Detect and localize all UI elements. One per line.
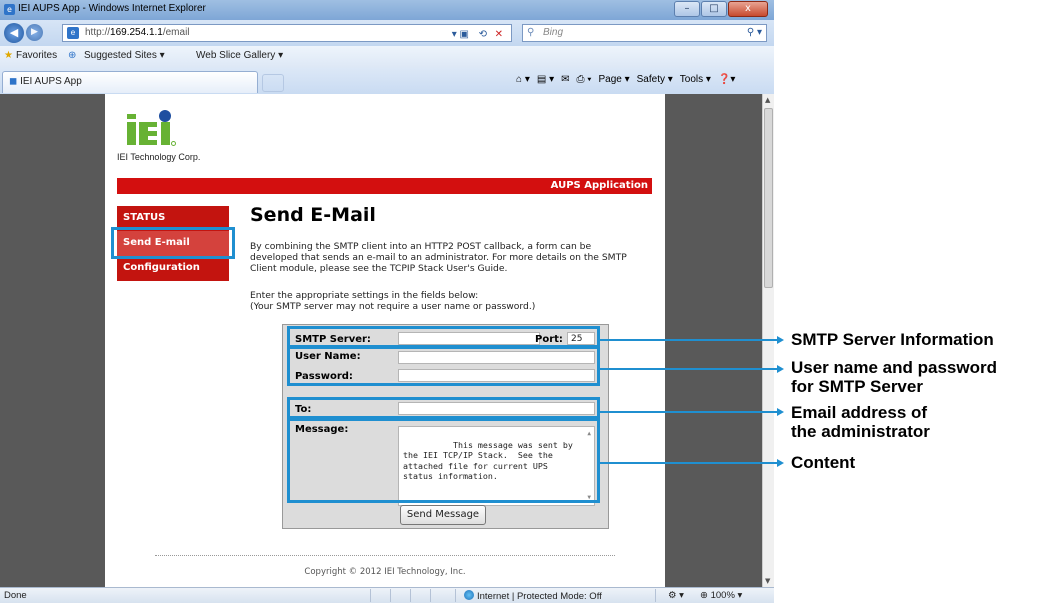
credentials-highlight bbox=[287, 346, 600, 386]
footer-divider bbox=[155, 555, 615, 556]
ie-icon: e bbox=[4, 4, 15, 15]
search-icon[interactable]: ⚲ ▾ bbox=[747, 25, 762, 41]
search-provider-icon: ⚲ bbox=[527, 27, 535, 38]
address-prefix: http:// bbox=[85, 27, 111, 38]
company-name: IEI Technology Corp. bbox=[117, 152, 201, 162]
tools-menu[interactable]: Tools ▾ bbox=[680, 74, 711, 85]
close-button[interactable]: x bbox=[728, 1, 768, 17]
favorites-bar: ★ Favorites ⊕ Suggested Sites ▾ Web Slic… bbox=[0, 46, 774, 68]
instructions-paragraph: Enter the appropriate settings in the fi… bbox=[250, 290, 536, 312]
callout-line-smtp bbox=[597, 339, 777, 341]
favorites-button[interactable]: Favorites bbox=[16, 50, 57, 61]
maximize-button[interactable]: □ bbox=[701, 1, 727, 17]
search-input[interactable]: ⚲ Bing ⚲ ▾ bbox=[522, 24, 767, 42]
callout-line-content bbox=[597, 462, 777, 464]
zoom-level[interactable]: ⊕ 100% ▾ bbox=[700, 590, 742, 601]
to-highlight bbox=[287, 397, 600, 419]
callout-email: Email address of the administrator bbox=[791, 403, 930, 441]
tab-title: IEI AUPS App bbox=[20, 76, 82, 87]
add-favorite-icon[interactable]: ⊕ bbox=[68, 50, 76, 61]
callout-line-email bbox=[597, 411, 777, 413]
send-message-button[interactable]: Send Message bbox=[400, 505, 486, 525]
web-slice-gallery-link[interactable]: Web Slice Gallery ▾ bbox=[196, 50, 283, 61]
safety-menu[interactable]: Safety ▾ bbox=[637, 74, 673, 85]
favorites-star-icon: ★ bbox=[4, 50, 13, 61]
command-bar: ⌂ ▾ ▤ ▾ ✉ ⎙ ▾ Page ▾ Safety ▾ Tools ▾ ❓▾ bbox=[516, 74, 735, 85]
security-zone[interactable]: Internet | Protected Mode: Off bbox=[464, 590, 602, 602]
status-text: Done bbox=[4, 590, 27, 601]
window-title: IEI AUPS App - Windows Internet Explorer bbox=[18, 3, 206, 14]
print-icon[interactable]: ⎙ ▾ bbox=[576, 74, 591, 85]
nav-configuration[interactable]: Configuration bbox=[117, 256, 229, 281]
tab-bar: ◼ IEI AUPS App ⌂ ▾ ▤ ▾ ✉ ⎙ ▾ Page ▾ Safe… bbox=[0, 68, 774, 94]
zoom-value: 100% bbox=[710, 590, 735, 601]
suggested-sites-link[interactable]: Suggested Sites ▾ bbox=[84, 50, 165, 61]
tab-ieiaups[interactable]: ◼ IEI AUPS App bbox=[2, 71, 258, 93]
copyright: Copyright © 2012 IEI Technology, Inc. bbox=[304, 567, 466, 577]
mail-icon[interactable]: ✉ bbox=[561, 74, 569, 85]
minimize-button[interactable]: – bbox=[674, 1, 700, 17]
callout-content: Content bbox=[791, 453, 856, 472]
refresh-icon[interactable]: ⟲ bbox=[479, 27, 487, 43]
email-form: SMTP Server: Port: 25 User Name: Passwor… bbox=[282, 324, 609, 529]
message-highlight bbox=[287, 418, 600, 503]
send-email-highlight bbox=[111, 227, 235, 259]
address-bar[interactable]: e http://169.254.1.1/email ▾ ▣ ⟲ ✕ bbox=[62, 24, 512, 42]
back-button[interactable]: ◀ bbox=[4, 23, 24, 43]
scroll-down-icon[interactable]: ▼ bbox=[765, 577, 770, 585]
popup-blocker-icon[interactable]: ⚙ ▾ bbox=[668, 590, 684, 601]
compat-view-icon[interactable]: ▾ ▣ bbox=[452, 27, 469, 43]
home-icon[interactable]: ⌂ ▾ bbox=[516, 74, 530, 85]
callout-arrow-content bbox=[777, 459, 784, 467]
callout-arrow-email bbox=[777, 408, 784, 416]
search-placeholder: Bing bbox=[543, 27, 564, 38]
banner-bar: AUPS Application bbox=[117, 178, 652, 194]
page-title: Send E-Mail bbox=[250, 204, 376, 226]
intro-paragraph: By combining the SMTP client into an HTT… bbox=[250, 241, 627, 274]
browser-window: e IEI AUPS App - Windows Internet Explor… bbox=[0, 0, 774, 603]
scroll-up-icon[interactable]: ▲ bbox=[765, 96, 770, 104]
smtp-server-highlight bbox=[287, 326, 600, 348]
address-path: /email bbox=[162, 27, 190, 38]
help-icon[interactable]: ❓▾ bbox=[718, 74, 735, 85]
feeds-icon[interactable]: ▤ ▾ bbox=[537, 74, 554, 85]
tab-page-icon: ◼ bbox=[9, 76, 18, 87]
title-bar: e IEI AUPS App - Windows Internet Explor… bbox=[0, 0, 774, 20]
callout-arrow-credentials bbox=[777, 365, 784, 373]
callout-line-credentials bbox=[597, 368, 777, 370]
status-bar: Done Internet | Protected Mode: Off ⚙ ▾ … bbox=[0, 587, 774, 603]
forward-button[interactable]: ▶ bbox=[26, 24, 43, 41]
new-tab-button[interactable] bbox=[262, 74, 284, 92]
window-controls: – □ x bbox=[673, 1, 768, 17]
callout-arrow-smtp bbox=[777, 336, 784, 344]
address-host: 169.254.1.1 bbox=[110, 27, 163, 38]
address-toolbar: ◀ ▶ e http://169.254.1.1/email ▾ ▣ ⟲ ✕ ⚲… bbox=[0, 20, 774, 46]
scrollbar-thumb[interactable] bbox=[764, 108, 773, 288]
page-icon: e bbox=[67, 27, 79, 39]
web-page: IEI Technology Corp. AUPS Application ST… bbox=[105, 94, 665, 587]
callout-smtp: SMTP Server Information bbox=[791, 330, 994, 349]
callout-credentials: User name and password for SMTP Server bbox=[791, 358, 997, 396]
stop-icon[interactable]: ✕ bbox=[495, 27, 503, 43]
page-menu[interactable]: Page ▾ bbox=[598, 74, 629, 85]
